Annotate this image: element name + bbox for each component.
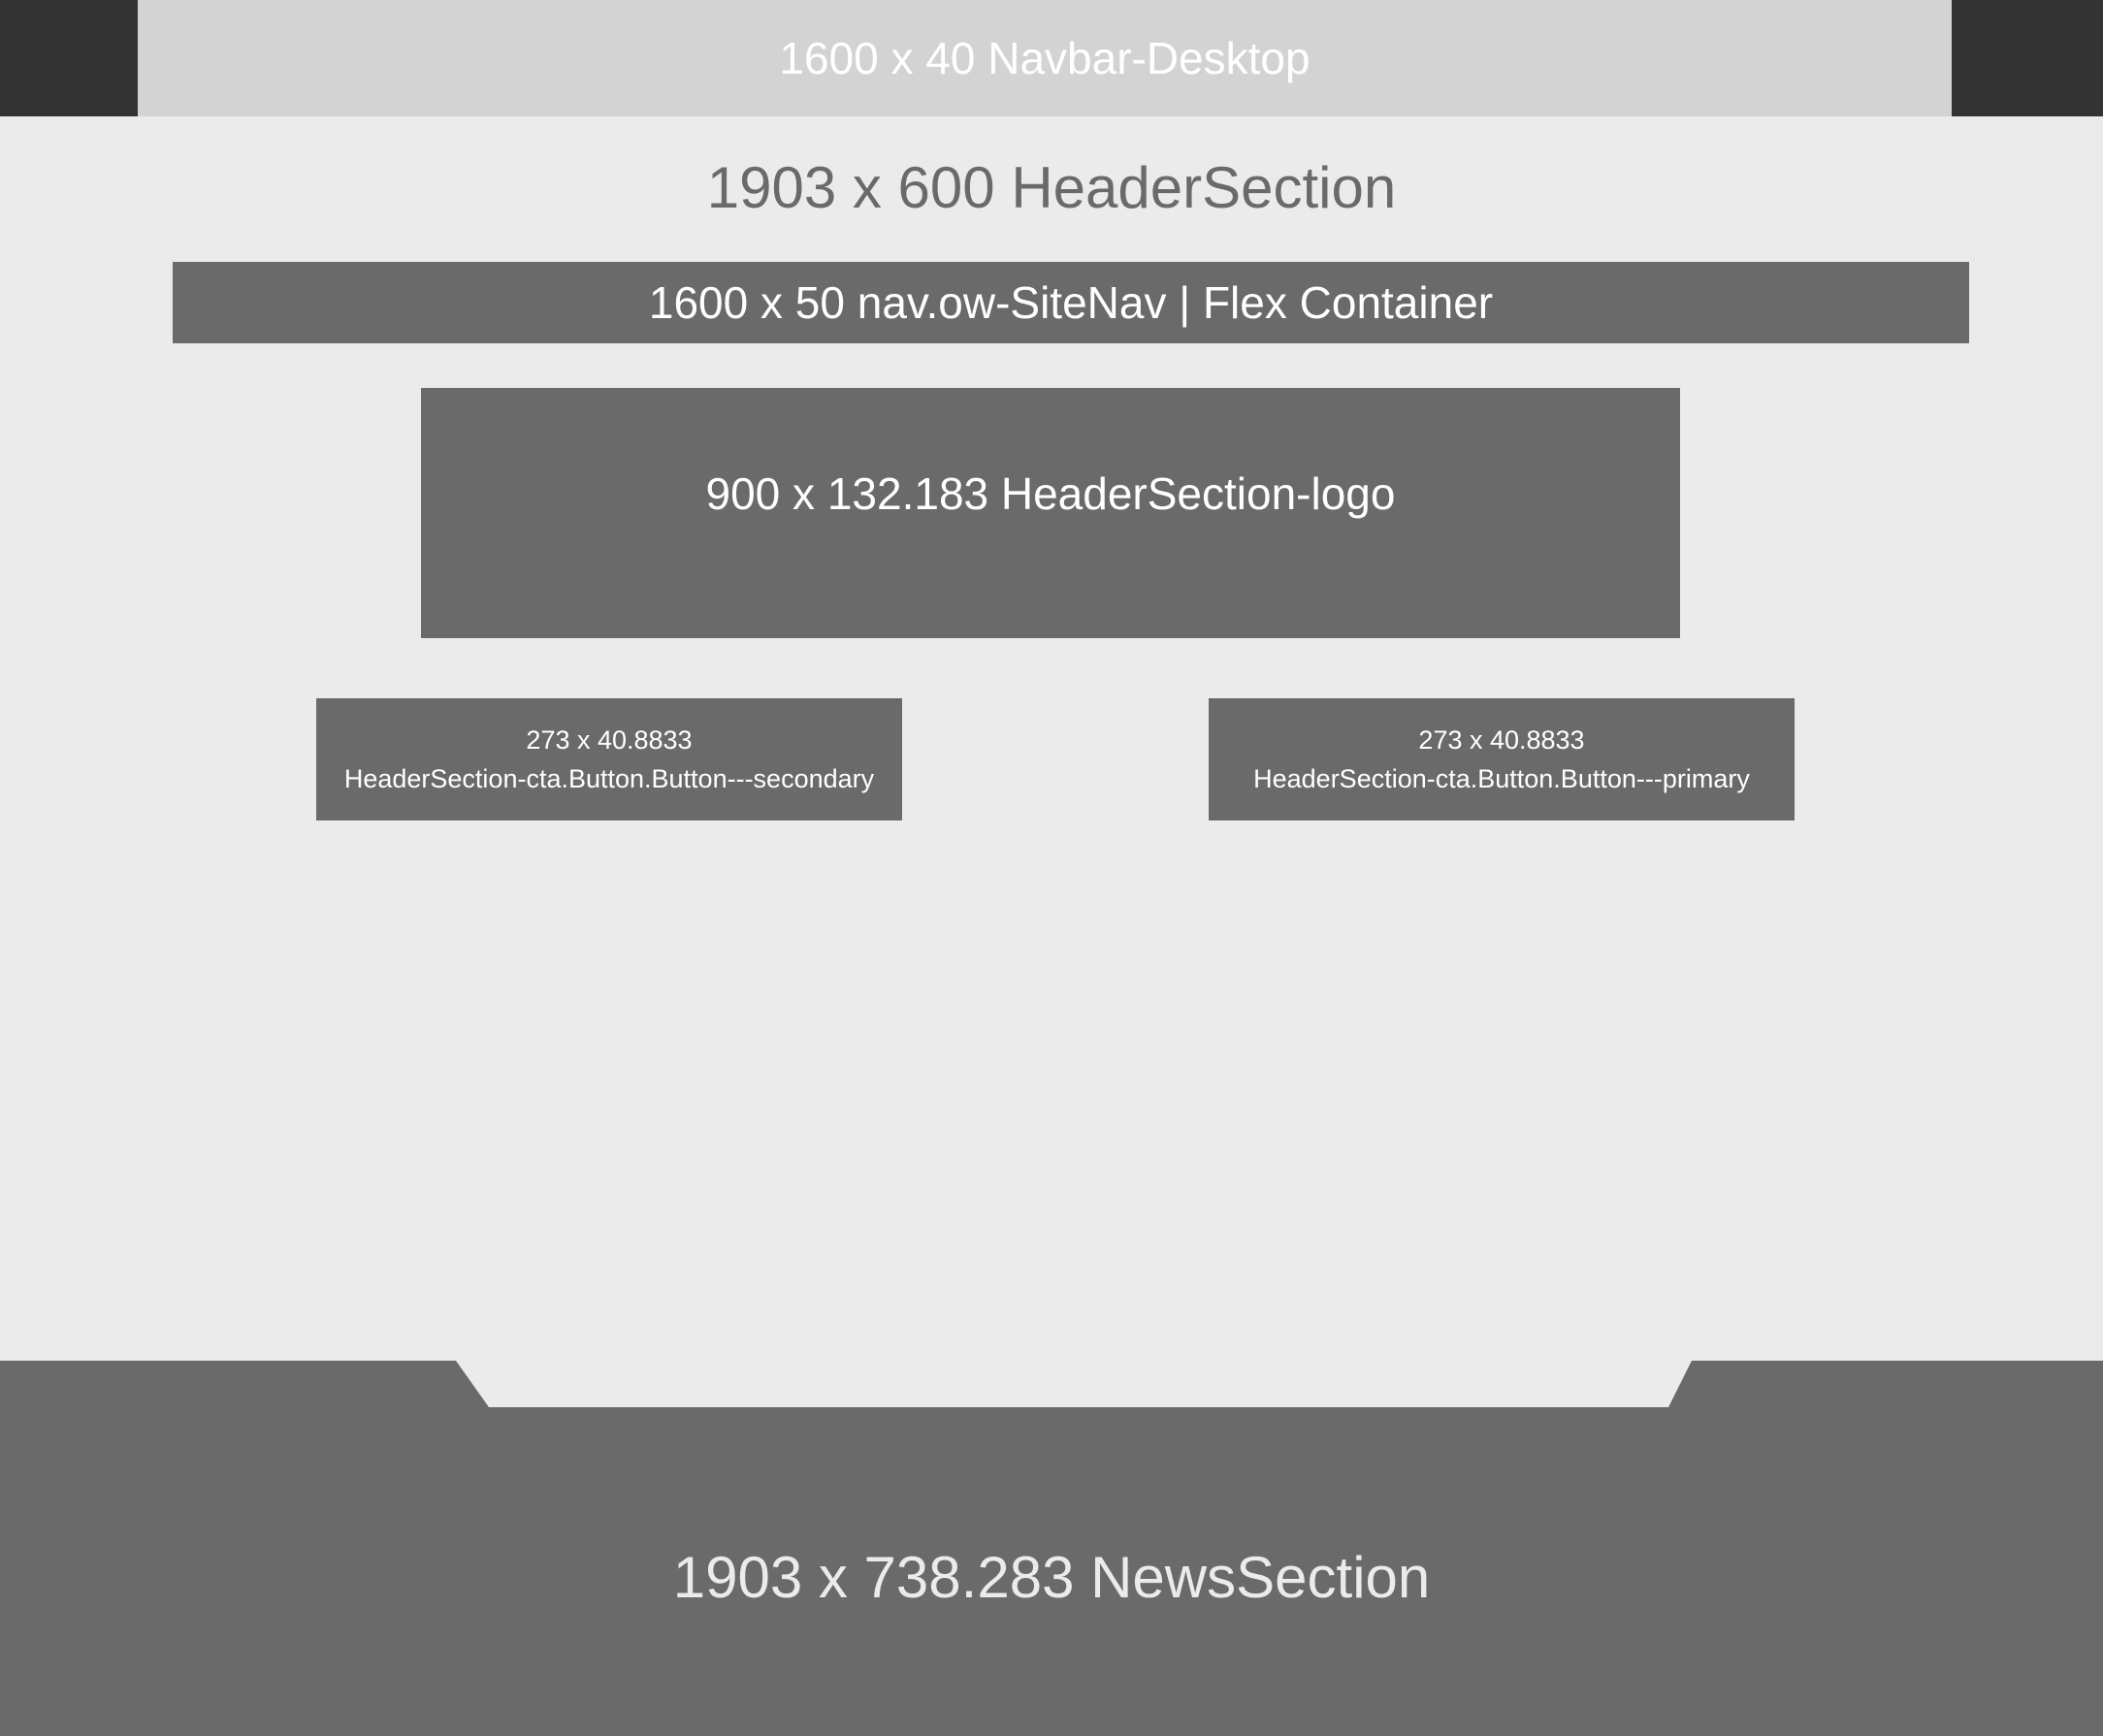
navbar-desktop: 1600 x 40 Navbar-Desktop — [138, 0, 1952, 116]
cta-primary-name: HeaderSection-cta.Button.Button---primar… — [1253, 764, 1750, 793]
header-logo: 900 x 132.183 HeaderSection-logo — [421, 388, 1680, 638]
cta-secondary-button[interactable]: 273 x 40.8833 HeaderSection-cta.Button.B… — [316, 698, 902, 820]
site-nav-label: 1600 x 50 nav.ow-SiteNav | Flex Containe… — [648, 277, 1494, 328]
header-section: 1903 x 600 HeaderSection 1600 x 50 nav.o… — [0, 116, 2103, 1361]
cta-primary-size: 273 x 40.8833 — [1418, 725, 1585, 755]
cta-secondary-size: 273 x 40.8833 — [526, 725, 693, 755]
news-section: 1903 x 738.283 NewsSection — [0, 1361, 2103, 1736]
navbar-desktop-label: 1600 x 40 Navbar-Desktop — [779, 33, 1310, 83]
site-nav: 1600 x 50 nav.ow-SiteNav | Flex Containe… — [173, 262, 1969, 343]
header-section-label: 1903 x 600 HeaderSection — [706, 155, 1397, 220]
news-section-label: 1903 x 738.283 NewsSection — [672, 1545, 1431, 1610]
cta-secondary-name: HeaderSection-cta.Button.Button---second… — [343, 764, 875, 793]
header-logo-label: 900 x 132.183 HeaderSection-logo — [705, 468, 1396, 519]
cta-primary-button[interactable]: 273 x 40.8833 HeaderSection-cta.Button.B… — [1209, 698, 1795, 820]
